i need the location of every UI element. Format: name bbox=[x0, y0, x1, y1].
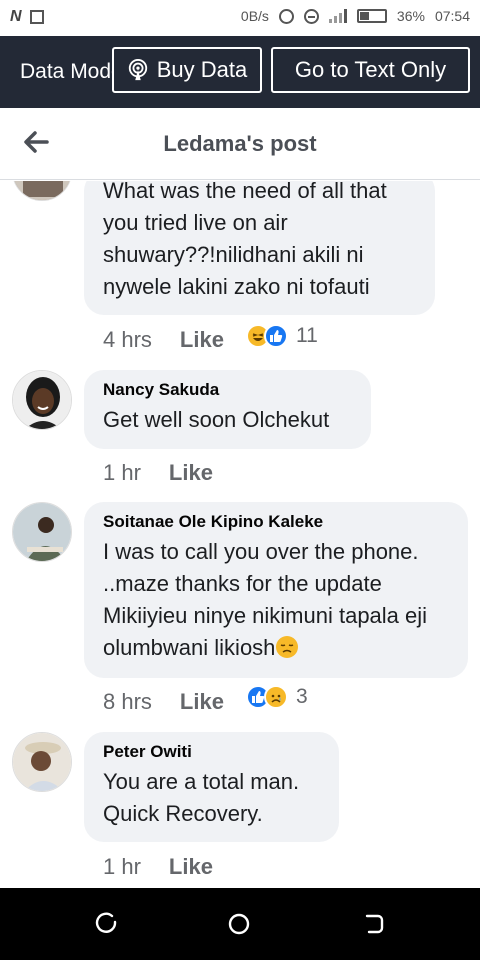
reaction-summary[interactable]: 3 bbox=[246, 685, 308, 709]
back-nav-icon[interactable] bbox=[362, 912, 386, 936]
comment-text: What was the need of all that you tried … bbox=[103, 181, 387, 299]
like-button[interactable]: Like bbox=[180, 689, 224, 715]
comment-time: 1 hr bbox=[103, 854, 141, 879]
dnd-icon bbox=[303, 8, 319, 24]
network-speed: 0B/s bbox=[240, 8, 269, 24]
signal-icon bbox=[328, 9, 347, 23]
reaction-count: 3 bbox=[296, 685, 308, 708]
home-icon[interactable] bbox=[227, 912, 251, 936]
status-bar: N 0B/s 36% 07:54 bbox=[0, 0, 480, 36]
comments-list: What was the need of all that you tried … bbox=[0, 181, 480, 888]
comment-author[interactable]: Soitanae Ole Kipino Kaleke bbox=[103, 512, 450, 532]
comment-text: I was to call you over the phone. ..maze… bbox=[103, 539, 428, 660]
comment-time: 4 hrs bbox=[103, 327, 152, 352]
sad-reaction-icon bbox=[264, 685, 288, 709]
like-button[interactable]: Like bbox=[180, 327, 224, 353]
avatar-image bbox=[13, 371, 71, 429]
avatar-image bbox=[13, 181, 71, 200]
n-icon: N bbox=[10, 8, 22, 25]
text-only-label: Go to Text Only bbox=[294, 57, 447, 82]
broadcast-icon bbox=[128, 59, 147, 81]
avatar[interactable] bbox=[12, 370, 72, 430]
comment-text: You are a total man. Quick Recovery. bbox=[103, 769, 300, 826]
comment-bubble[interactable]: Peter Owiti You are a total man. Quick R… bbox=[84, 732, 339, 842]
battery-percent: 36% bbox=[396, 8, 425, 24]
comment-meta: 8 hrs Like bbox=[103, 689, 224, 715]
screen-icon bbox=[29, 10, 44, 24]
comment-author[interactable]: Nancy Sakuda bbox=[103, 380, 353, 400]
battery-icon bbox=[356, 9, 387, 23]
pensive-emoji-icon bbox=[276, 636, 299, 658]
reaction-summary[interactable]: 11 bbox=[246, 324, 318, 348]
data-saver-icon bbox=[278, 8, 294, 24]
comment-meta: 1 hr Like bbox=[103, 460, 213, 486]
buy-data-label: Buy Data bbox=[156, 57, 248, 82]
comment-text: Get well soon Olchekut bbox=[103, 407, 330, 432]
avatar[interactable] bbox=[12, 181, 72, 201]
page-title: Ledama's post bbox=[163, 131, 317, 156]
clock: 07:54 bbox=[434, 8, 470, 24]
buy-data-button[interactable]: Buy Data bbox=[112, 47, 262, 93]
comment-meta: 4 hrs Like bbox=[103, 327, 224, 353]
data-mode-label: Data Mode bbox=[20, 60, 123, 83]
like-button[interactable]: Like bbox=[169, 460, 213, 486]
text-only-button[interactable]: Go to Text Only bbox=[271, 47, 470, 93]
comment-bubble[interactable]: What was the need of all that you tried … bbox=[84, 181, 435, 315]
like-reaction-icon bbox=[264, 324, 288, 348]
post-header: Ledama's post bbox=[0, 108, 480, 180]
comment-bubble[interactable]: Nancy Sakuda Get well soon Olchekut bbox=[84, 370, 371, 449]
recents-icon[interactable] bbox=[95, 912, 119, 936]
comment-time: 8 hrs bbox=[103, 689, 152, 714]
like-button[interactable]: Like bbox=[169, 854, 213, 880]
data-mode-banner: Data Mode Buy Data Go to Text Only bbox=[0, 36, 480, 108]
reaction-count: 11 bbox=[296, 324, 318, 347]
comment-meta: 1 hr Like bbox=[103, 854, 213, 880]
comment-text-wrap: I was to call you over the phone. ..maze… bbox=[103, 536, 450, 664]
avatar-image bbox=[13, 503, 71, 561]
comment-time: 1 hr bbox=[103, 460, 141, 485]
avatar[interactable] bbox=[12, 732, 72, 792]
comment-author[interactable]: Peter Owiti bbox=[103, 742, 321, 762]
comment-bubble[interactable]: Soitanae Ole Kipino Kaleke I was to call… bbox=[84, 502, 468, 678]
avatar-image bbox=[13, 733, 71, 791]
system-nav-bar bbox=[0, 888, 480, 960]
avatar[interactable] bbox=[12, 502, 72, 562]
